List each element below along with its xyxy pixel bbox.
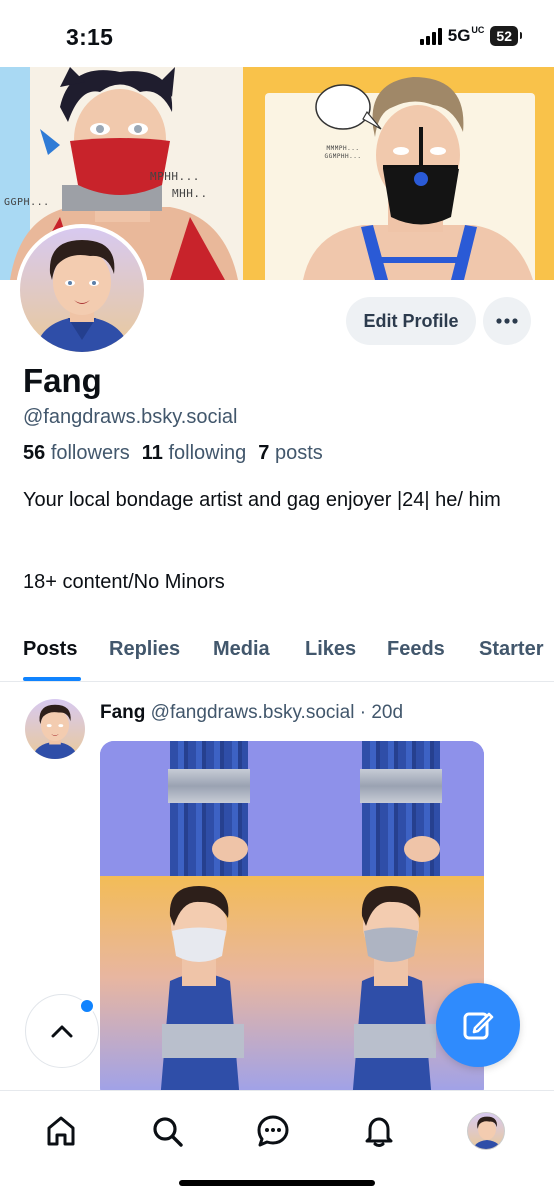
home-icon: [47, 1116, 75, 1146]
post-separator: ·: [359, 702, 367, 723]
more-options-button[interactable]: [483, 297, 531, 345]
compose-post-button[interactable]: [436, 983, 520, 1067]
profile-avatar[interactable]: [16, 224, 148, 356]
nav-home[interactable]: [41, 1111, 81, 1151]
active-tab-indicator: [23, 677, 81, 681]
edit-profile-button[interactable]: Edit Profile: [346, 297, 476, 345]
tab-feeds[interactable]: Feeds: [387, 638, 445, 661]
post-author-name[interactable]: Fang: [100, 702, 145, 723]
ellipsis-icon: [496, 318, 518, 324]
post-image-illustration: [160, 886, 436, 1101]
nav-chat[interactable]: [253, 1111, 293, 1151]
tab-likes[interactable]: Likes: [305, 638, 356, 661]
post-image[interactable]: [100, 741, 484, 1101]
banner-panel-right: MMMPH... GGMPHH...: [243, 67, 554, 280]
post-author-avatar[interactable]: [25, 699, 85, 759]
post-avatar-illustration: [32, 704, 79, 759]
status-indicators: 5GUC 52: [419, 25, 522, 46]
avatar-illustration: [35, 240, 130, 352]
profile-stats: 56 followers 11 following 7 posts: [23, 442, 323, 465]
profile-bio-notice: 18+ content/No Minors: [23, 571, 225, 593]
tab-starter-packs[interactable]: Starter: [479, 638, 543, 661]
tab-posts[interactable]: Posts: [23, 638, 77, 661]
post-age: 20d: [371, 702, 404, 723]
chevron-up-icon: [51, 1025, 73, 1038]
nav-notifications[interactable]: [359, 1111, 399, 1151]
signal-icon: [419, 27, 442, 45]
following-link[interactable]: 11 following: [142, 442, 247, 465]
status-time: 3:15: [66, 24, 114, 50]
sfx-mid-2: MHH..: [172, 187, 208, 200]
nav-profile-avatar: [467, 1112, 505, 1150]
speech-bubble-text: MMMPH... GGMPHH...: [324, 145, 362, 160]
search-icon: [153, 1117, 183, 1147]
sfx-left: GGPH...: [4, 197, 50, 208]
tab-replies[interactable]: Replies: [109, 638, 180, 661]
followers-link[interactable]: 56 followers: [23, 442, 130, 465]
profile-handle: @fangdraws.bsky.social: [23, 406, 238, 428]
nav-search[interactable]: [147, 1111, 187, 1151]
new-posts-indicator: [79, 998, 95, 1014]
tab-media[interactable]: Media: [213, 638, 270, 661]
post-header: Fang @fangdraws.bsky.social · 20d: [100, 702, 403, 724]
compose-icon: [463, 1012, 494, 1040]
home-indicator: [179, 1180, 375, 1186]
chat-icon: [257, 1115, 289, 1147]
network-label: 5GUC: [447, 25, 485, 46]
display-name: Fang: [23, 362, 102, 399]
post-author-handle[interactable]: @fangdraws.bsky.social: [151, 702, 355, 723]
battery-icon: 52: [490, 26, 522, 46]
sfx-mid-1: MPHH...: [150, 170, 200, 183]
bell-icon: [365, 1117, 393, 1147]
profile-bio: Your local bondage artist and gag enjoye…: [23, 489, 501, 511]
status-bar: 3:15 5GUC 52: [0, 0, 554, 66]
nav-profile[interactable]: [466, 1111, 506, 1151]
banner-illustration-right: [303, 77, 533, 280]
profile-tabs: Posts Replies Media Likes Feeds Starter: [0, 620, 554, 682]
nav-avatar-illustration: [473, 1116, 502, 1149]
posts-count: 7 posts: [258, 442, 323, 464]
